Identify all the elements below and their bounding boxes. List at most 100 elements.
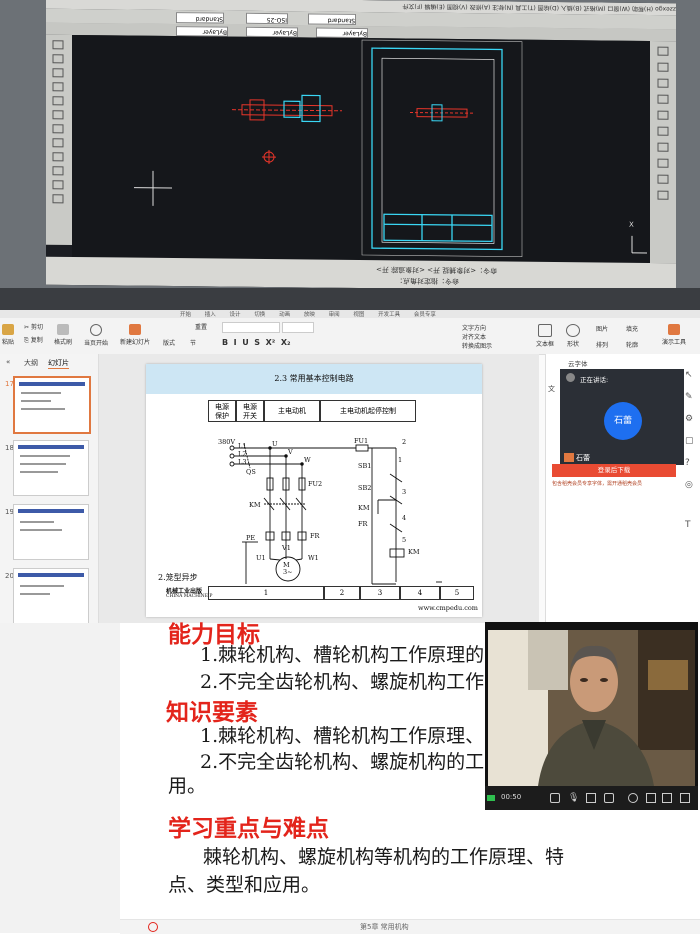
sidebar-tool-icon[interactable]: ▢ [685, 436, 694, 446]
mic-icon[interactable]: 🎙 [568, 793, 578, 803]
record-icon[interactable] [646, 793, 656, 803]
menu-item[interactable]: (F)文件 [402, 2, 422, 9]
text-tool-icon[interactable]: T [685, 520, 691, 530]
layout-button[interactable]: 版式 [163, 338, 175, 347]
font-name-select[interactable] [222, 322, 280, 333]
footer-cell-3: 3 [360, 586, 400, 600]
menu-item[interactable]: (T)工具 [515, 4, 535, 11]
tab-design[interactable]: 设计 [230, 312, 241, 318]
current-slide[interactable]: 2.3 常用基本控制电路 电源 保护 电源 开关 主电动机 主电动机起停控制 [146, 364, 482, 617]
menu-item[interactable]: (V)视图 [447, 3, 468, 10]
more-icon[interactable] [680, 793, 690, 803]
slide-thumbnail[interactable] [13, 376, 91, 434]
textbox-button[interactable]: 文本框 [536, 324, 554, 348]
ability-item-1: 1.棘轮机构、槽轮机构工作原理的 [200, 640, 484, 667]
color-select[interactable]: ByLayer [176, 26, 228, 37]
cad-modify-toolbar[interactable] [46, 35, 72, 245]
tab-animation[interactable]: 动画 [279, 312, 290, 318]
menu-item[interactable]: zzexgo [655, 5, 676, 12]
sidebar-tool-icon[interactable]: ? [685, 458, 690, 468]
thumb-title-bar [19, 382, 85, 386]
dimstyle-select[interactable]: ISO-25 [246, 13, 288, 24]
w1-label: W1 [308, 554, 319, 562]
smartart-label: 转换成图示 [462, 343, 492, 350]
reset-button[interactable]: 重置 [195, 322, 207, 331]
linetype-select[interactable]: ByLayer [246, 27, 298, 38]
cad-draw-toolbar[interactable] [650, 41, 676, 263]
ucs-icon [632, 236, 647, 253]
picture-button[interactable]: 图片 [596, 324, 608, 333]
smartart-button[interactable]: 转换成图示 [462, 341, 492, 350]
present-tools-label: 演示工具 [662, 339, 686, 346]
slide-thumbnail[interactable] [13, 504, 89, 560]
menu-item[interactable]: (M)格式 [584, 4, 606, 11]
menu-item[interactable]: (E)编辑 [424, 3, 444, 10]
menu-item[interactable]: (D)绘图 [538, 4, 559, 11]
thumb-line [21, 400, 51, 402]
menu-item[interactable]: (B)插入 [561, 4, 582, 11]
login-download-button[interactable]: 登录后下载 [552, 464, 676, 477]
lineweight-select[interactable]: ByLayer [316, 28, 368, 39]
tablestyle-select[interactable]: Standard [308, 13, 356, 25]
tab-outline[interactable]: 大纲 [24, 358, 38, 368]
section-button[interactable]: 节 [190, 338, 196, 347]
slide-editor: 2.3 常用基本控制电路 电源 保护 电源 开关 主电动机 主电动机起停控制 [99, 354, 539, 623]
cad-command-line[interactable]: 命令：<对象捕捉 开> <对象追踪 开> 命令：指定对角点： [46, 257, 676, 292]
present-tools-button[interactable]: 演示工具 [662, 324, 686, 346]
play-current-button[interactable]: 当页开始 [84, 324, 108, 347]
tab-home[interactable]: 开始 [180, 312, 191, 318]
sidebar-tool-icon[interactable]: ↖ [685, 370, 693, 380]
chat-icon[interactable] [550, 793, 560, 803]
format-painter-button[interactable]: 格式刷 [54, 324, 72, 346]
menu-item[interactable]: (H)帮助 [632, 5, 653, 12]
sidebar-tool-icon[interactable]: ⚙ [685, 414, 693, 424]
tab-slides[interactable]: 幻灯片 [48, 358, 69, 369]
tab-slideshow[interactable]: 放映 [304, 312, 315, 318]
snapshot-icon[interactable] [628, 793, 638, 803]
outline-button[interactable]: 轮廓 [626, 340, 638, 349]
slide-thumbnail[interactable] [13, 440, 89, 496]
text-direction-button[interactable]: 文字方向 [462, 323, 486, 332]
lesson-left-gutter [0, 623, 120, 933]
tab-transition[interactable]: 切换 [254, 312, 265, 318]
modify-tool-icons[interactable] [46, 35, 72, 245]
paste-button[interactable]: 粘贴 [2, 324, 14, 346]
textstyle-select[interactable]: Standard [176, 12, 224, 24]
arrange-button[interactable]: 排列 [596, 340, 608, 349]
command-history-1: 命令：<对象捕捉 开> <对象追踪 开> [376, 264, 497, 275]
font-size-select[interactable] [282, 322, 314, 333]
copy-button[interactable]: ⎘ 复制 [24, 335, 43, 345]
fill-button[interactable]: 填充 [626, 324, 638, 333]
cloud-font-tab[interactable]: 云字体 [568, 358, 588, 368]
shape-button[interactable]: 形状 [566, 324, 580, 348]
video-icon[interactable] [604, 793, 614, 803]
fu2-label: FU2 [308, 480, 322, 488]
sidebar-tool-icon[interactable]: ◎ [685, 480, 693, 490]
tab-developer[interactable]: 开发工具 [378, 312, 400, 318]
tab-member[interactable]: 会员专享 [414, 312, 436, 318]
new-slide-button[interactable]: 新建幻灯片 [120, 324, 150, 346]
meeting-speaker-panel[interactable]: 正在讲话: 石蕾 石蕾 [560, 369, 684, 465]
v1-label: V1 [282, 544, 291, 552]
presenter-video [488, 630, 695, 786]
tab-view[interactable]: 视图 [353, 312, 364, 318]
font-style-buttons[interactable]: B I U S X² X₂ [222, 338, 291, 347]
video-call-window[interactable]: 00:50 🎙 [485, 622, 698, 810]
menu-item[interactable]: (A)修改 [470, 3, 491, 10]
menu-item[interactable]: (W)窗口 [607, 5, 630, 12]
draw-tool-icons[interactable] [650, 41, 676, 263]
align-text-button[interactable]: 对齐文本 [462, 332, 486, 341]
camera-off-icon[interactable] [586, 793, 596, 803]
screen-icon[interactable] [662, 793, 672, 803]
tab-review[interactable]: 审阅 [329, 312, 340, 318]
slide-thumbnail[interactable] [13, 568, 89, 624]
ribbon-toolbar: 开始 插入 设计 切换 动画 放映 审阅 视图 开发工具 会员专享 粘贴 ✂ 剪… [0, 310, 700, 355]
sidebar-tool-icon[interactable]: ✎ [685, 392, 693, 402]
cad-drawing-area[interactable]: X [72, 35, 650, 263]
menu-item[interactable]: (N)标注 [492, 3, 513, 10]
reset-label: 重置 [195, 324, 207, 331]
tab-insert[interactable]: 插入 [205, 312, 216, 318]
cut-button[interactable]: ✂ 剪切 [24, 322, 43, 331]
nav-collapse-icon[interactable]: « [6, 358, 10, 366]
thumb-title-bar [18, 445, 84, 449]
